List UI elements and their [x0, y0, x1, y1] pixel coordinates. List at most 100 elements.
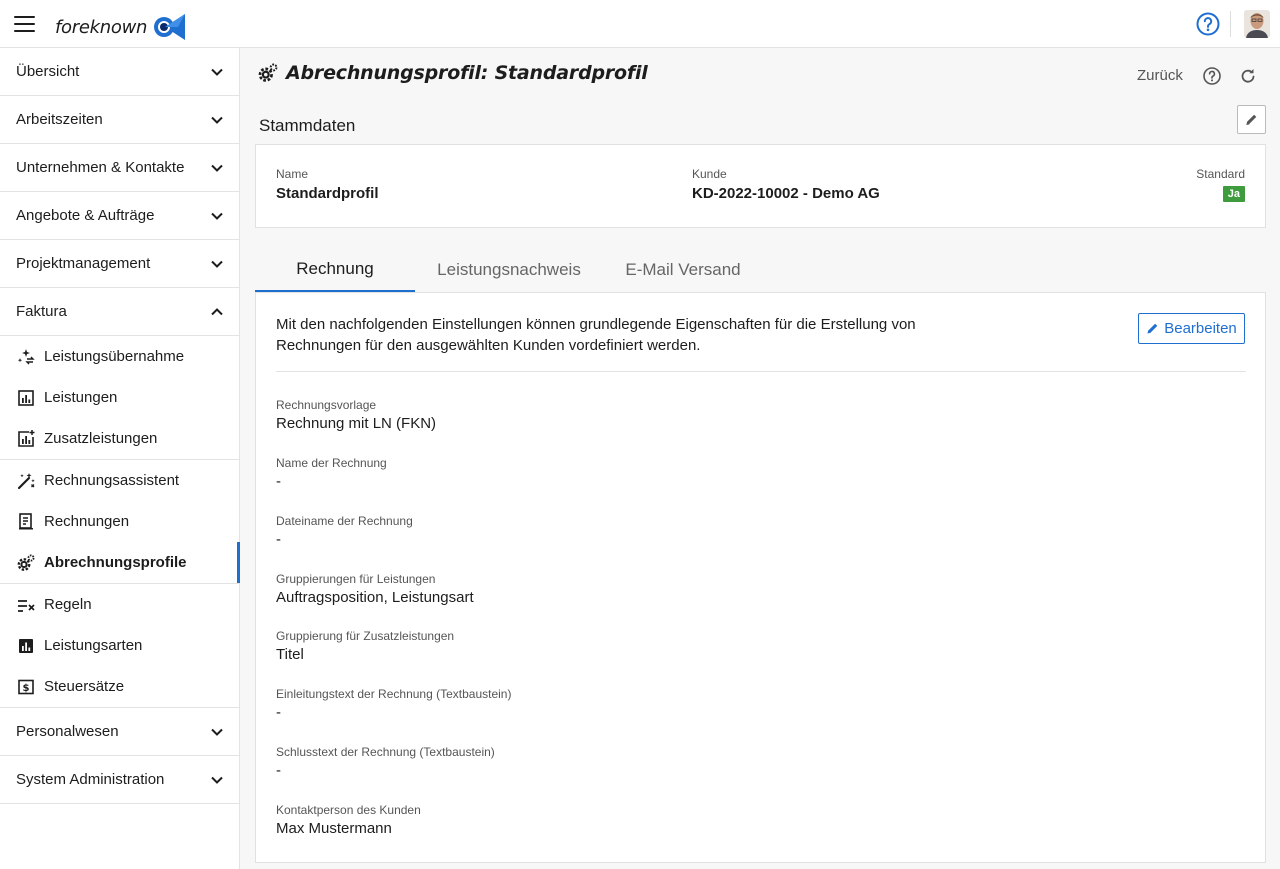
- chevron-down-icon: [211, 164, 223, 172]
- sidebar-group-label: Übersicht: [16, 63, 80, 80]
- field-dateiname-der-rechnung: Dateiname der Rechnung -: [276, 514, 413, 548]
- help-icon[interactable]: [1196, 12, 1220, 36]
- sidebar-group-unternehmen-kontakte[interactable]: Unternehmen & Kontakte: [0, 144, 239, 192]
- sidebar-item-zusatzleistungen[interactable]: Zusatzleistungen: [0, 418, 239, 459]
- sidebar-group-ubersicht[interactable]: Übersicht: [0, 48, 239, 96]
- bar-chart-filled-icon: [17, 637, 35, 655]
- sidebar-group-label: Personalwesen: [16, 723, 119, 740]
- field-name: Name Standardprofil: [276, 167, 379, 202]
- field-label: Standard: [1196, 167, 1245, 181]
- field-label: Gruppierung für Zusatzleistungen: [276, 629, 455, 643]
- sidebar-group-angebote-auftraege[interactable]: Angebote & Aufträge: [0, 192, 239, 240]
- bearbeiten-button[interactable]: Bearbeiten: [1138, 313, 1245, 344]
- svg-text:$: $: [23, 683, 30, 694]
- field-label: Kunde: [692, 167, 727, 181]
- sidebar-group-faktura[interactable]: Faktura: [0, 288, 239, 336]
- sidebar-item-label: Leistungsarten: [44, 637, 143, 654]
- tab-bar: Rechnung Leistungsnachweis E-Mail Versan…: [255, 248, 763, 292]
- hamburger-menu-icon[interactable]: [14, 16, 35, 32]
- field-value: -: [276, 704, 281, 721]
- field-label: Rechnungsvorlage: [276, 398, 377, 412]
- field-value: Max Mustermann: [276, 820, 392, 837]
- field-label: Einleitungstext der Rechnung (Textbauste…: [276, 687, 512, 701]
- sidebar-item-abrechnungsprofile[interactable]: Abrechnungsprofile: [0, 542, 240, 583]
- sidebar-group-projektmanagement[interactable]: Projektmanagement: [0, 240, 239, 288]
- edit-stammdaten-button[interactable]: [1237, 105, 1266, 134]
- chevron-down-icon: [211, 68, 223, 76]
- chevron-down-icon: [211, 776, 223, 784]
- pencil-icon: [1246, 114, 1257, 125]
- sidebar-group-label: Faktura: [16, 303, 67, 320]
- sidebar: Übersicht Arbeitszeiten Unternehmen & Ko…: [0, 48, 240, 869]
- sidebar-item-label: Leistungen: [44, 389, 118, 406]
- sidebar-item-leistungsarten[interactable]: Leistungsarten: [0, 625, 239, 666]
- field-label: Dateiname der Rechnung: [276, 514, 413, 528]
- sidebar-item-rechnungen[interactable]: Rechnungen: [0, 501, 239, 542]
- tab-rechnung[interactable]: Rechnung: [255, 248, 415, 292]
- divider: [276, 371, 1246, 372]
- divider: [1230, 11, 1231, 37]
- field-value: Rechnung mit LN (FKN): [276, 415, 437, 432]
- chevron-down-icon: [211, 260, 223, 268]
- main-content: Abrechnungsprofil: Standardprofil Zurück…: [240, 48, 1280, 869]
- sidebar-group-arbeitszeiten[interactable]: Arbeitszeiten: [0, 96, 239, 144]
- field-value: -: [276, 473, 281, 490]
- stammdaten-card: Name Standardprofil Kunde KD-2022-10002 …: [255, 144, 1266, 228]
- help-circle-icon[interactable]: [1202, 66, 1222, 86]
- sidebar-group-label: System Administration: [16, 771, 165, 788]
- sidebar-item-label: Rechnungsassistent: [44, 472, 180, 489]
- field-value: -: [276, 531, 281, 548]
- chevron-down-icon: [211, 212, 223, 220]
- chevron-down-icon: [211, 728, 223, 736]
- top-bar: foreknown: [0, 0, 1280, 48]
- faktura-section-transfer: Leistungsübernahme Leistungen Zusatzleis…: [0, 336, 239, 460]
- sidebar-item-label: Zusatzleistungen: [44, 430, 158, 447]
- field-label: Name: [276, 167, 309, 181]
- sidebar-group-label: Arbeitszeiten: [16, 111, 103, 128]
- status-badge: Ja: [1222, 186, 1245, 202]
- field-value: Auftragsposition, Leistungsart: [276, 589, 474, 606]
- page-header: Abrechnungsprofil: Standardprofil: [258, 62, 648, 84]
- field-kontaktperson: Kontaktperson des Kunden Max Mustermann: [276, 803, 421, 837]
- field-einleitungstext: Einleitungstext der Rechnung (Textbauste…: [276, 687, 511, 721]
- sidebar-group-personalwesen[interactable]: Personalwesen: [0, 708, 239, 756]
- rules-icon: [17, 596, 35, 614]
- sidebar-item-steuersaetze[interactable]: $ Steuersätze: [0, 666, 239, 707]
- sparkle-transfer-icon: [17, 348, 35, 366]
- sidebar-item-label: Rechnungen: [44, 513, 130, 530]
- sidebar-item-label: Regeln: [44, 596, 92, 613]
- brand-logo[interactable]: foreknown: [55, 12, 187, 42]
- brand-name: foreknown: [55, 16, 148, 38]
- sidebar-group-label: Angebote & Aufträge: [16, 207, 155, 224]
- pencil-icon: [1147, 323, 1158, 334]
- faktura-section-invoicing: Rechnungsassistent Rechnungen Abrechnung…: [0, 460, 240, 584]
- gears-icon: [17, 554, 35, 572]
- field-gruppierungen-leistungen: Gruppierungen für Leistungen Auftragspos…: [276, 572, 474, 606]
- tab-leistungsnachweis[interactable]: Leistungsnachweis: [415, 248, 603, 292]
- field-value: -: [276, 762, 281, 779]
- tab-email-versand[interactable]: E-Mail Versand: [603, 248, 763, 292]
- sidebar-item-regeln[interactable]: Regeln: [0, 584, 239, 625]
- faktura-section-settings: Regeln Leistungsarten $ Steuersätze: [0, 584, 239, 708]
- chevron-up-icon: [211, 307, 223, 315]
- sidebar-item-label: Leistungsübernahme: [44, 348, 185, 365]
- field-value: Titel: [276, 646, 304, 663]
- refresh-icon[interactable]: [1238, 66, 1258, 86]
- panel-description: Mit den nachfolgenden Einstellungen könn…: [276, 316, 916, 354]
- field-schlusstext: Schlusstext der Rechnung (Textbaustein) …: [276, 745, 495, 779]
- sidebar-item-label: Steuersätze: [44, 678, 125, 695]
- dollar-box-icon: $: [17, 678, 35, 696]
- field-standard: Standard Ja: [1196, 167, 1245, 202]
- gears-icon: [258, 63, 278, 82]
- field-value: KD-2022-10002 - Demo AG: [692, 185, 880, 202]
- field-label: Gruppierungen für Leistungen: [276, 572, 436, 586]
- user-avatar[interactable]: [1244, 10, 1270, 38]
- sidebar-item-leistungsuebernahme[interactable]: Leistungsübernahme: [0, 336, 239, 377]
- field-gruppierung-zusatzleistungen: Gruppierung für Zusatzleistungen Titel: [276, 629, 454, 663]
- field-name-der-rechnung: Name der Rechnung -: [276, 456, 387, 490]
- back-button[interactable]: Zurück: [1137, 67, 1183, 84]
- field-kunde: Kunde KD-2022-10002 - Demo AG: [692, 167, 880, 202]
- sidebar-group-system-administration[interactable]: System Administration: [0, 756, 239, 804]
- sidebar-item-rechnungsassistent[interactable]: Rechnungsassistent: [0, 460, 239, 501]
- sidebar-item-leistungen[interactable]: Leistungen: [0, 377, 239, 418]
